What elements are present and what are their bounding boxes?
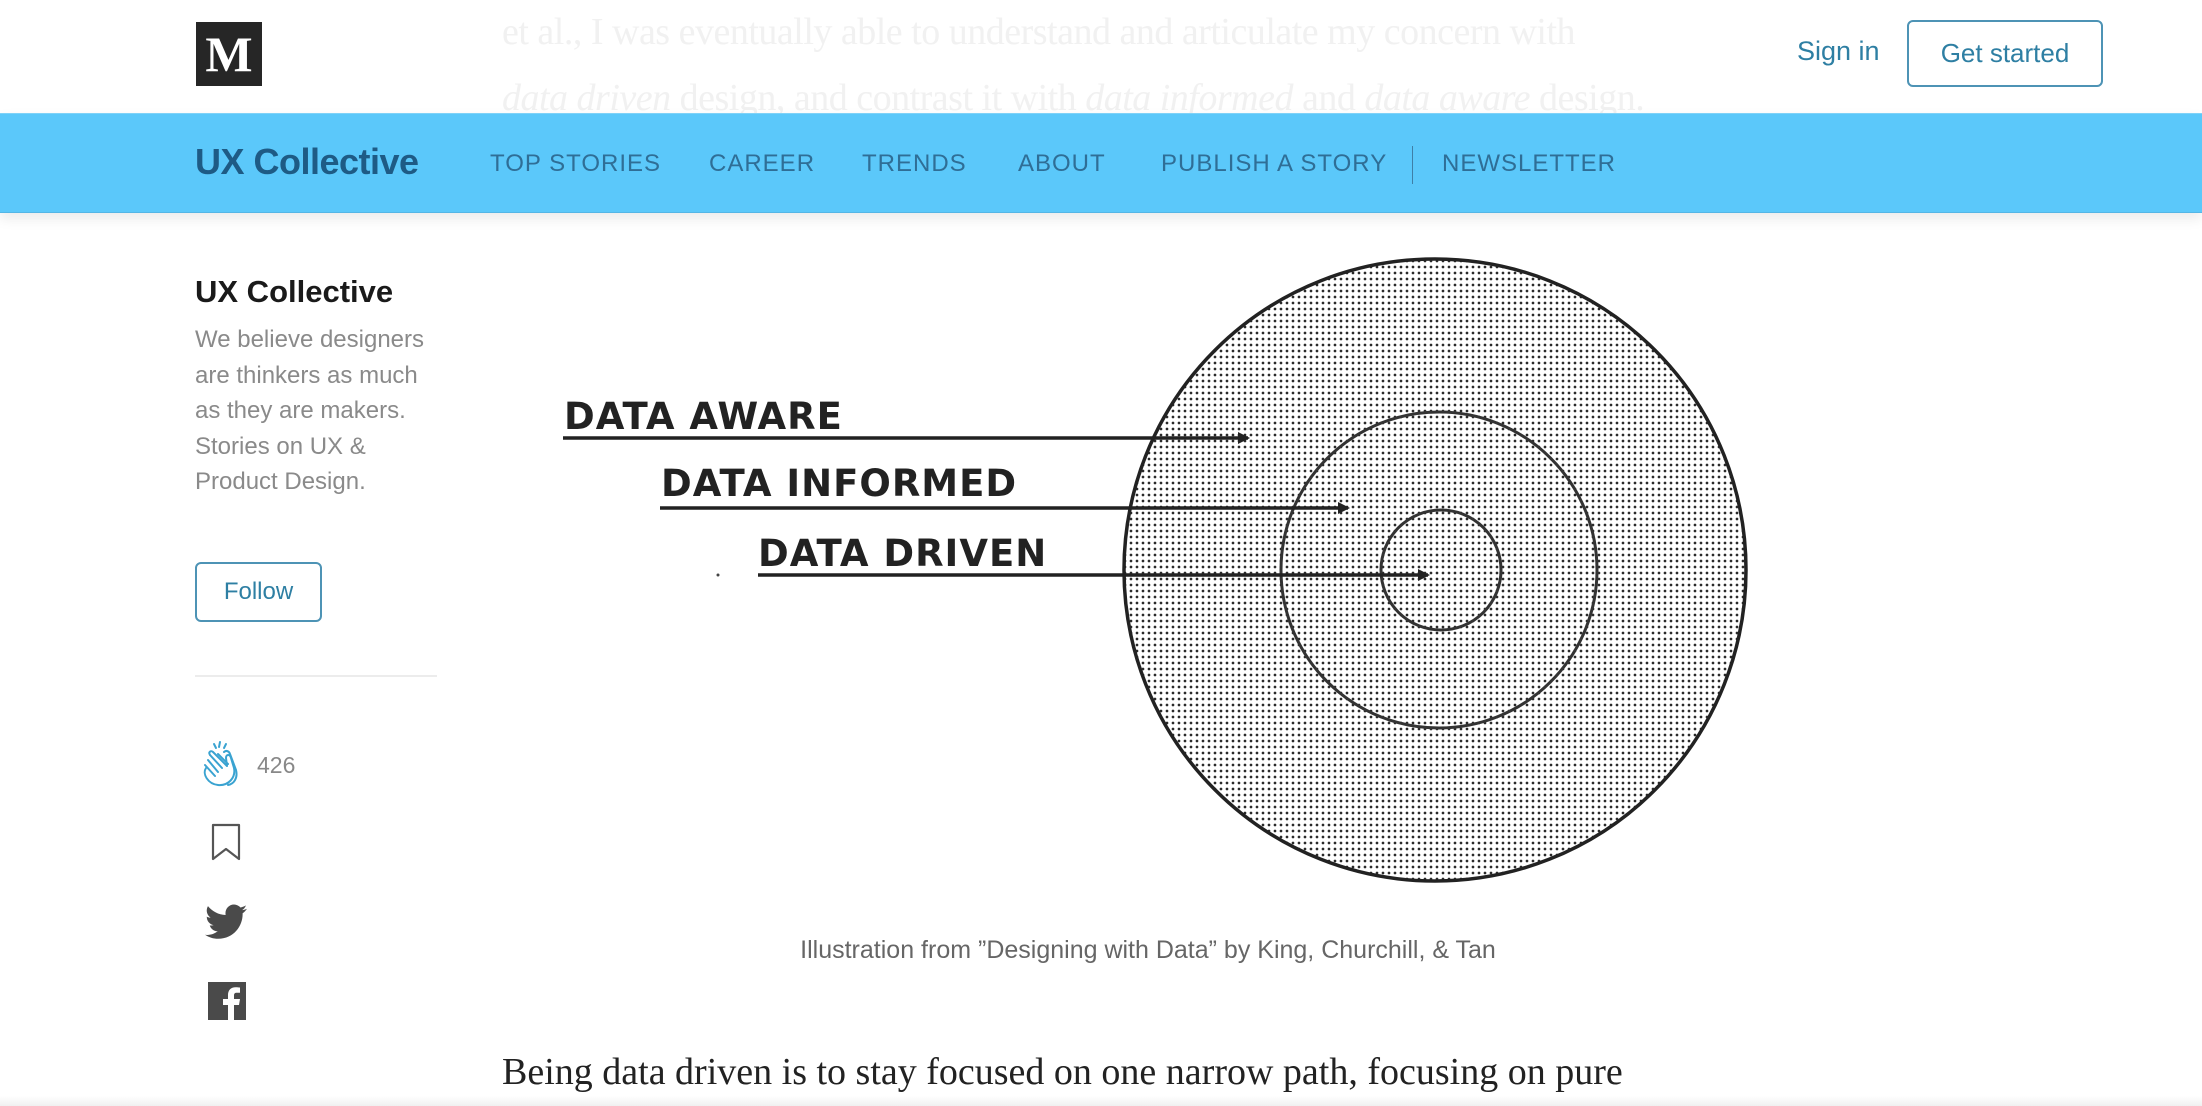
clap-count: 426 [257, 752, 296, 778]
sidebar-divider [195, 675, 437, 677]
clap-icon[interactable] [198, 740, 244, 788]
nav-item-newsletter[interactable]: NEWSLETTER [1442, 150, 1616, 178]
nav-divider [1412, 146, 1413, 184]
top-bar: M Sign in Get started [0, 0, 2202, 113]
bottom-edge [0, 1096, 2202, 1106]
nav-item-publish[interactable]: PUBLISH A STORY [1161, 150, 1387, 178]
facebook-icon[interactable] [208, 982, 246, 1020]
data-circles-illustration: DATA AWARE DATA INFORMED DATA DRIVEN [540, 240, 1780, 900]
medium-logo[interactable]: M [196, 22, 262, 86]
nav-item-trends[interactable]: TRENDS [862, 150, 967, 178]
figure-caption: Illustration from ”Designing with Data” … [800, 936, 1496, 964]
nav-item-top-stories[interactable]: TOP STORIES [490, 150, 661, 178]
publication-name[interactable]: UX Collective [195, 274, 393, 310]
illustration-svg [563, 257, 1748, 883]
sign-in-link[interactable]: Sign in [1797, 36, 1880, 67]
label-data-driven: DATA DRIVEN [758, 532, 1048, 575]
stray-dot [716, 573, 720, 577]
follow-button[interactable]: Follow [195, 562, 322, 622]
publication-nav: UX Collective TOP STORIES CAREER TRENDS … [0, 113, 2202, 213]
publication-description: We believe designers are thinkers as muc… [195, 326, 425, 495]
get-started-button[interactable]: Get started [1907, 20, 2103, 87]
nav-item-about[interactable]: ABOUT [1018, 150, 1106, 178]
article-paragraph: Being data driven is to stay focused on … [502, 1051, 1623, 1093]
twitter-icon[interactable] [205, 904, 247, 940]
label-data-informed: DATA INFORMED [661, 462, 1018, 505]
bookmark-icon[interactable] [210, 822, 242, 862]
outer-circle [1122, 257, 1748, 883]
nav-item-career[interactable]: CAREER [709, 150, 815, 178]
nav-brand[interactable]: UX Collective [195, 141, 419, 183]
label-data-aware: DATA AWARE [564, 395, 843, 438]
